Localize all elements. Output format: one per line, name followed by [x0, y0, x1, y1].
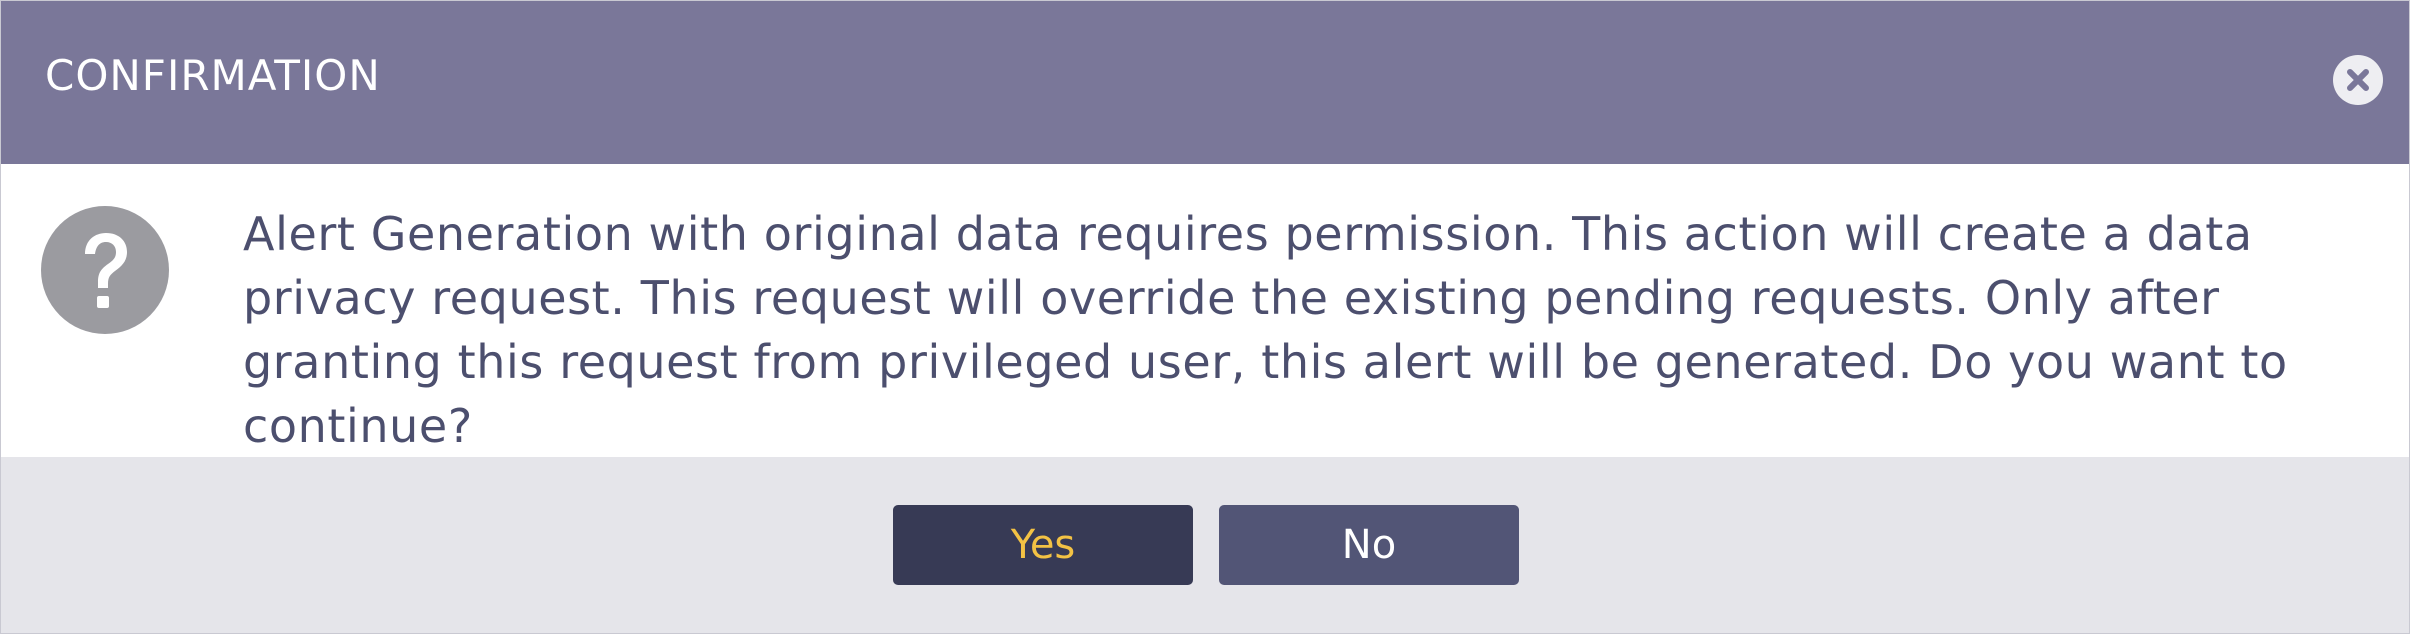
- close-button[interactable]: [2333, 55, 2383, 105]
- yes-button[interactable]: Yes: [893, 505, 1193, 585]
- dialog-title: CONFIRMATION: [45, 51, 381, 100]
- dialog-header: CONFIRMATION: [1, 1, 2409, 164]
- confirmation-message: Alert Generation with original data requ…: [243, 207, 2288, 453]
- no-button[interactable]: No: [1219, 505, 1519, 585]
- dialog-body: Alert Generation with original data requ…: [1, 164, 2409, 457]
- dialog-footer: Yes No: [1, 457, 2409, 633]
- close-icon: [2334, 56, 2382, 104]
- confirmation-dialog: CONFIRMATION Alert Generation with origi…: [0, 0, 2410, 634]
- question-icon: [41, 206, 169, 334]
